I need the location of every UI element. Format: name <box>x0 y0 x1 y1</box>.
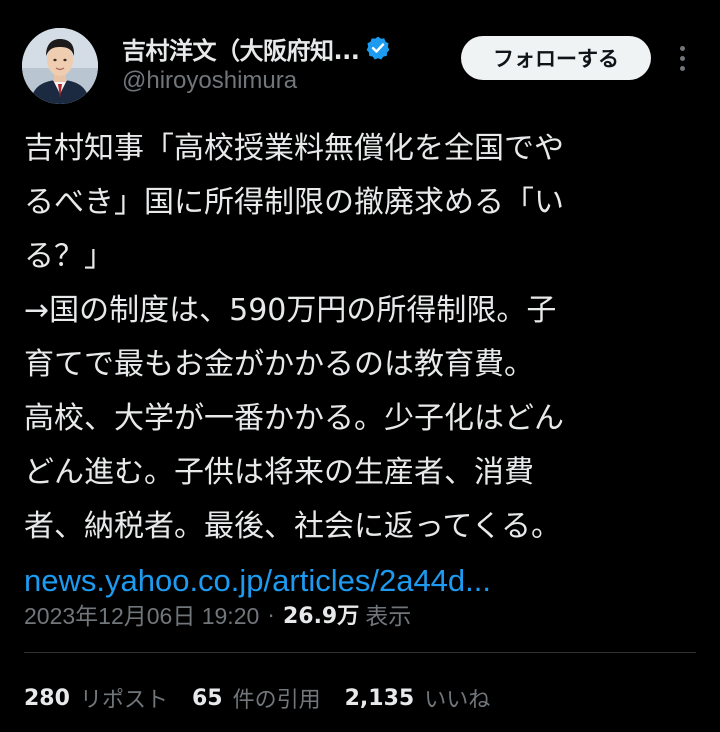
tweet-text-line: →国の制度は、590万円の所得制限。子 <box>24 293 557 328</box>
divider <box>24 652 696 653</box>
tweet-text-line: どん進む。子供は将来の生産者、消費 <box>24 455 534 490</box>
tweet-text-line: 者、納税者。最後、社会に返ってくる。 <box>24 509 561 544</box>
reposts-label: リポスト <box>79 688 168 713</box>
avatar[interactable] <box>22 28 98 104</box>
tweet-text: 吉村知事「高校授業料無償化を全国でや るべき」国に所得制限の撤廃求める「い る？… <box>24 122 694 608</box>
timestamp[interactable]: 2023年12月06日 19:20 <box>24 597 259 631</box>
likes-count: 2,135 <box>344 685 415 711</box>
tweet-text-line: 高校、大学が一番かかる。少子化はどん <box>24 401 564 436</box>
profile-photo <box>22 28 98 104</box>
likes-stat[interactable]: 2,135 いいね <box>345 682 491 714</box>
engagement-stats: 280 リポスト 65 件の引用 2,135 いいね <box>24 678 514 718</box>
tweet-link[interactable]: news.yahoo.co.jp/articles/2a44d... <box>24 563 491 598</box>
tweet-text-line: る？」 <box>24 239 114 274</box>
reposts-stat[interactable]: 280 リポスト <box>24 682 168 714</box>
tweet-text-line: るべき」国に所得制限の撤廃求める「い <box>24 185 564 220</box>
quotes-count: 65 <box>191 685 223 711</box>
author-name-row[interactable]: 吉村洋文（大阪府知... <box>122 30 391 66</box>
likes-label: いいね <box>424 688 491 713</box>
views-label: 表示 <box>365 603 412 629</box>
tweet-meta: 2023年12月06日 19:20 · 26.9万 表示 <box>24 594 411 634</box>
quotes-label: 件の引用 <box>232 688 321 713</box>
more-vertical-icon[interactable] <box>668 40 696 76</box>
views-count[interactable]: 26.9万 <box>283 598 359 630</box>
reposts-count: 280 <box>24 685 70 711</box>
author-display-name[interactable]: 吉村洋文（大阪府知... <box>122 31 360 66</box>
verified-badge-icon <box>365 35 391 61</box>
quotes-stat[interactable]: 65 件の引用 <box>192 682 321 714</box>
meta-separator: · <box>267 600 275 627</box>
author-handle[interactable]: @hiroyoshimura <box>122 67 297 95</box>
follow-button[interactable]: フォローする <box>461 36 651 80</box>
tweet-text-line: 吉村知事「高校授業料無償化を全国でや <box>24 131 564 166</box>
tweet-text-line: 育てで最もお金がかかるのは教育費。 <box>24 347 534 382</box>
